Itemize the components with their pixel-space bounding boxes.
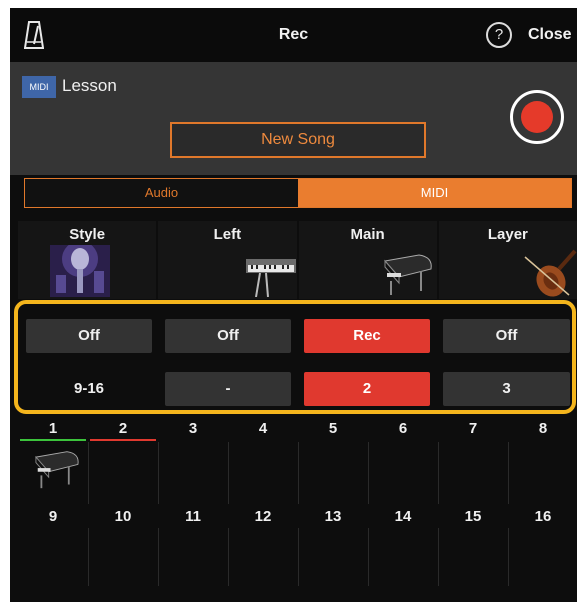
part-style[interactable]: Style [18,221,157,299]
track-number[interactable]: 12 [228,508,298,525]
style-channel-label: 9-16 [73,380,105,397]
grand-piano-icon [35,451,79,489]
part-layer[interactable]: Layer [438,221,577,299]
tab-midi[interactable]: MIDI [298,179,571,207]
new-song-button[interactable]: New Song [170,122,426,158]
record-button[interactable] [510,90,564,144]
track-cell[interactable] [508,528,577,586]
record-icon [521,101,553,133]
song-panel: MIDI Lesson New Song [10,62,577,175]
track-number[interactable]: 15 [438,508,508,525]
recording-mode-toggle: Audio MIDI [24,178,572,208]
track-number[interactable]: 3 [158,420,228,437]
track-1-indicator [20,439,86,441]
track-2-indicator [90,439,156,441]
part-label: Main [350,226,385,243]
track-cell[interactable] [228,442,299,504]
track-cell[interactable] [438,528,509,586]
header-bar: Rec ? Close [10,8,577,62]
track-cell[interactable] [298,442,369,504]
midi-badge-icon: MIDI [22,76,56,98]
track-cell[interactable] [88,442,159,504]
track-number[interactable]: 14 [368,508,438,525]
main-state-button[interactable]: Rec [304,319,430,353]
help-icon[interactable]: ? [486,22,512,48]
electric-piano-icon [246,259,297,297]
track-cell[interactable] [18,528,88,586]
track-cell[interactable] [228,528,299,586]
grand-piano-icon [383,254,432,295]
track-cell[interactable] [508,442,577,504]
track-number[interactable]: 10 [88,508,158,525]
rec-screen: Rec ? Close MIDI Lesson New Song Audio M… [10,8,577,602]
part-settings-highlight: Off Off Rec Off 9-16 - 2 3 [14,300,576,414]
tab-audio[interactable]: Audio [25,179,298,207]
part-left[interactable]: Left [158,221,297,299]
track-cell[interactable] [88,528,159,586]
track-cell[interactable] [438,442,509,504]
close-button[interactable]: Close [528,26,572,44]
track-number[interactable]: 9 [18,508,88,525]
left-channel-button[interactable]: - [165,372,291,406]
microphone-stage-icon [50,245,110,297]
track-number[interactable]: 7 [438,420,508,437]
layer-channel-button[interactable]: 3 [443,372,570,406]
violin-icon [524,249,577,297]
track-number[interactable]: 11 [158,508,228,525]
track-number[interactable]: 2 [88,420,158,437]
track-number[interactable]: 6 [368,420,438,437]
track-cell[interactable] [158,528,229,586]
track-cell[interactable] [18,442,88,504]
layer-state-button[interactable]: Off [443,319,570,353]
track-number[interactable]: 8 [508,420,577,437]
left-state-button[interactable]: Off [165,319,291,353]
part-label: Style [69,226,106,243]
track-cell[interactable] [368,528,439,586]
track-number[interactable]: 13 [298,508,368,525]
main-channel-button[interactable]: 2 [304,372,430,406]
parts-row: Style Left Main Layer [18,221,577,299]
song-name: Lesson [62,76,117,95]
track-cell[interactable] [368,442,439,504]
track-number[interactable]: 4 [228,420,298,437]
part-label: Layer [487,226,528,243]
track-cell[interactable] [298,528,369,586]
track-number[interactable]: 5 [298,420,368,437]
part-main[interactable]: Main [298,221,437,299]
track-cell[interactable] [158,442,229,504]
track-number[interactable]: 16 [508,508,577,525]
style-state-button[interactable]: Off [26,319,152,353]
track-number[interactable]: 1 [18,420,88,437]
part-label: Left [213,226,242,243]
